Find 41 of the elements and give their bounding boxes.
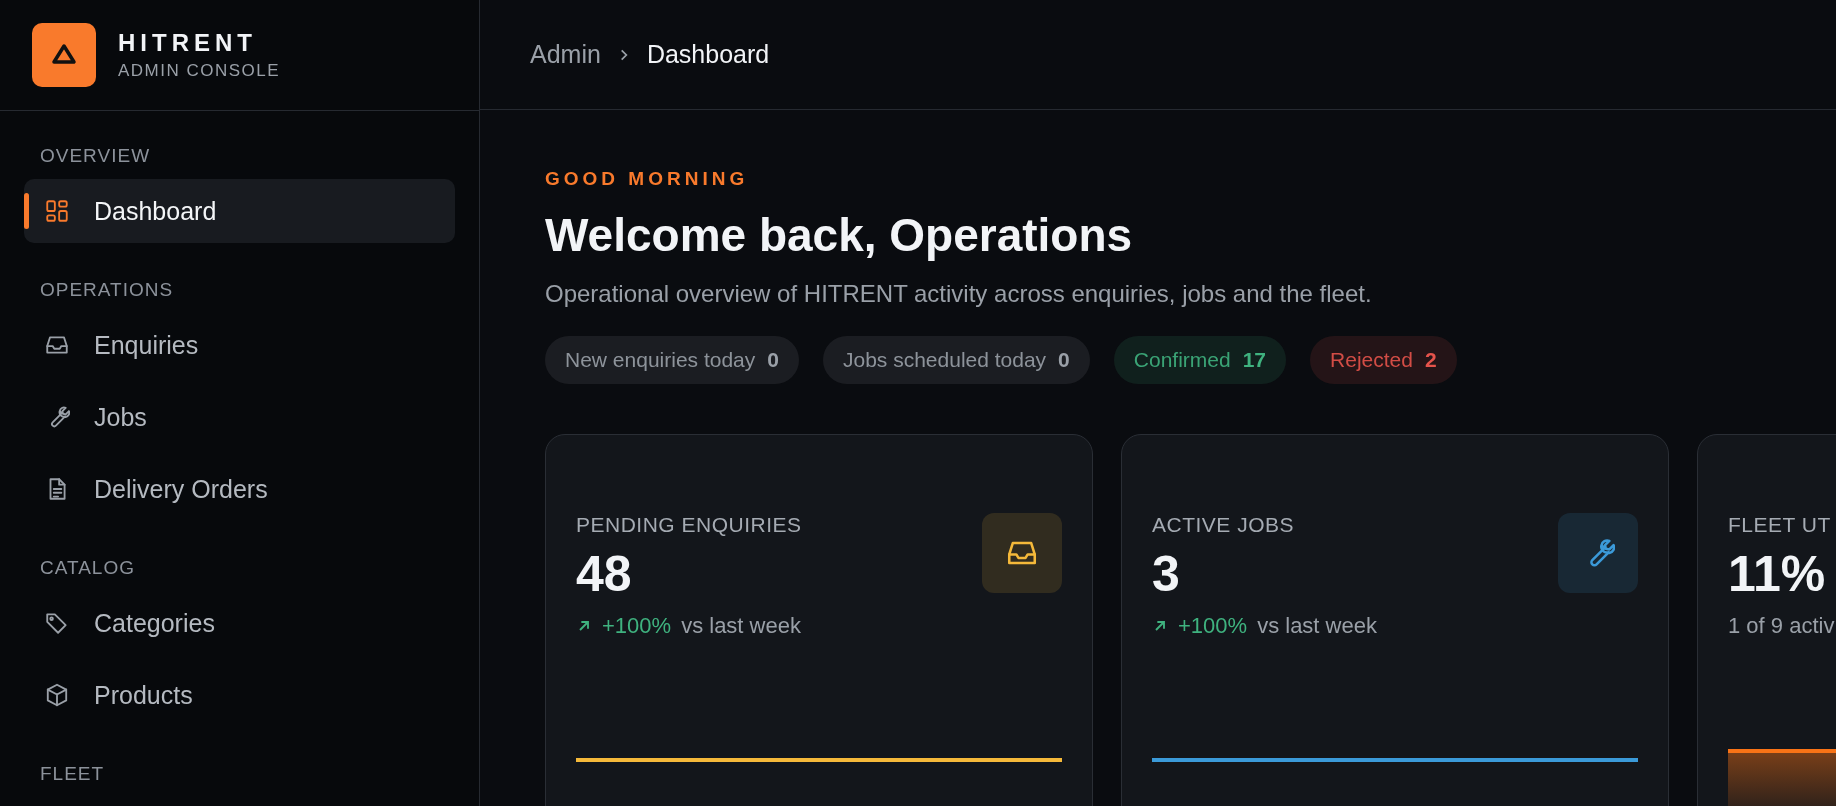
breadcrumb-item[interactable]: Admin <box>530 40 601 69</box>
chip-count: 2 <box>1424 348 1437 372</box>
grid-icon <box>44 198 70 224</box>
chip-count: 0 <box>1058 348 1070 372</box>
card-value: 48 <box>576 545 633 603</box>
page-heading: Welcome back, Operations <box>545 208 1134 262</box>
sidebar-item[interactable]: Delivery Orders <box>24 457 455 521</box>
card-label: PENDING ENQUIRIES <box>576 513 802 537</box>
sidebar-item[interactable]: Dashboard <box>24 179 455 243</box>
trend-note: vs last week <box>681 613 801 639</box>
card-label: ACTIVE JOBS <box>1152 513 1295 537</box>
breadcrumb-item[interactable]: Dashboard <box>646 40 770 69</box>
page-description: Operational overview of HITRENT activity across enquiries, jobs and the fleet. <box>545 280 1373 308</box>
card-value: 3 <box>1152 545 1181 603</box>
sidebar-item[interactable]: Enquiries <box>24 313 455 377</box>
chip-label: Confirmed <box>1133 348 1231 372</box>
chip-label: New enquiries today <box>565 348 756 372</box>
sidebar-item[interactable]: Categories <box>24 591 455 655</box>
chip-count: 0 <box>767 348 779 372</box>
card-value: 11% <box>1728 545 1827 603</box>
card-label: FLEET UT <box>1728 513 1831 537</box>
sidebar-item[interactable]: Products <box>24 663 455 727</box>
section-heading: CATALOG <box>39 557 136 579</box>
sidebar-item[interactable]: Jobs <box>24 385 455 449</box>
brand-subtitle: ADMIN CONSOLE <box>118 61 281 81</box>
box-icon <box>44 682 70 708</box>
card-note: 1 of 9 activ <box>1728 613 1835 639</box>
trend-note: vs last week <box>1257 613 1377 639</box>
chip-count: 17 <box>1242 348 1267 372</box>
chip-label: Rejected <box>1330 348 1413 372</box>
chip-label: Jobs scheduled today <box>842 348 1047 372</box>
logo-icon <box>32 23 96 87</box>
trend-value: +100% <box>1178 613 1248 639</box>
brand-name: HITRENT <box>118 29 258 57</box>
section-heading: FLEET <box>39 763 106 785</box>
trend-value: +100% <box>602 613 672 639</box>
greeting: GOOD MORNING <box>545 168 750 190</box>
section-heading: OPERATIONS <box>39 279 175 301</box>
inbox-icon <box>982 513 1062 593</box>
wrench-icon <box>1558 513 1638 593</box>
section-heading: OVERVIEW <box>39 145 152 167</box>
